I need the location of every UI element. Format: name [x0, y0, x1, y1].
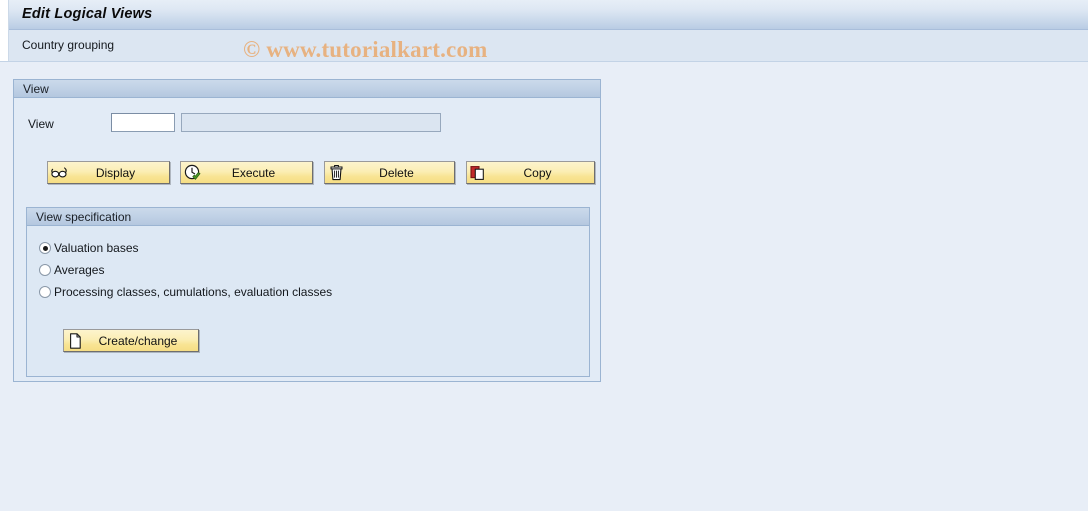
- radio-processing-classes-mark[interactable]: [39, 286, 51, 298]
- display-button[interactable]: Display: [47, 161, 170, 184]
- glasses-icon: [48, 162, 70, 183]
- view-description-field[interactable]: [181, 113, 441, 132]
- radio-averages-mark[interactable]: [39, 264, 51, 276]
- delete-button[interactable]: Delete: [324, 161, 455, 184]
- view-specification-body: Valuation bases Averages Processing clas…: [27, 226, 589, 394]
- view-input[interactable]: [111, 113, 175, 132]
- execute-button-label: Execute: [231, 165, 276, 180]
- display-button-label: Display: [95, 165, 136, 180]
- radio-valuation-bases-label: Valuation bases: [54, 241, 139, 255]
- document-page-icon: [64, 330, 86, 351]
- view-action-button-row: Display Execute Delete Copy: [14, 161, 600, 187]
- subheader-left-gutter: [0, 30, 9, 61]
- copy-pages-icon: [467, 162, 489, 183]
- view-panel-header-label: View: [23, 82, 49, 96]
- radio-valuation-bases[interactable]: Valuation bases: [39, 239, 139, 257]
- radio-processing-classes[interactable]: Processing classes, cumulations, evaluat…: [39, 283, 332, 301]
- page-title: Edit Logical Views: [22, 6, 153, 22]
- create-change-button-label: Create/change: [98, 333, 178, 348]
- copy-button[interactable]: Copy: [466, 161, 595, 184]
- view-field-row: View: [14, 112, 600, 138]
- country-grouping-label: Country grouping: [22, 38, 115, 52]
- radio-valuation-bases-mark[interactable]: [39, 242, 51, 254]
- subheader-bar: Country grouping: [0, 30, 1088, 62]
- titlebar-left-gutter: [0, 0, 9, 30]
- view-panel: View View Display Execute Delete Copy Vi…: [13, 79, 601, 382]
- view-panel-body: View Display Execute Delete Copy View sp…: [14, 98, 600, 399]
- view-specification-panel: View specification Valuation bases Avera…: [26, 207, 590, 377]
- window-titlebar: Edit Logical Views: [0, 0, 1088, 30]
- view-field-label: View: [28, 117, 54, 131]
- view-specification-header-label: View specification: [36, 210, 132, 224]
- radio-averages-label: Averages: [54, 263, 105, 277]
- view-specification-header: View specification: [27, 208, 589, 226]
- copy-button-label: Copy: [523, 165, 552, 180]
- view-panel-header: View: [14, 80, 600, 98]
- radio-processing-classes-label: Processing classes, cumulations, evaluat…: [54, 285, 333, 299]
- create-change-button[interactable]: Create/change: [63, 329, 199, 352]
- radio-averages[interactable]: Averages: [39, 261, 104, 279]
- trash-icon: [325, 162, 347, 183]
- execute-button[interactable]: Execute: [180, 161, 313, 184]
- clock-check-icon: [181, 162, 203, 183]
- delete-button-label: Delete: [379, 165, 414, 180]
